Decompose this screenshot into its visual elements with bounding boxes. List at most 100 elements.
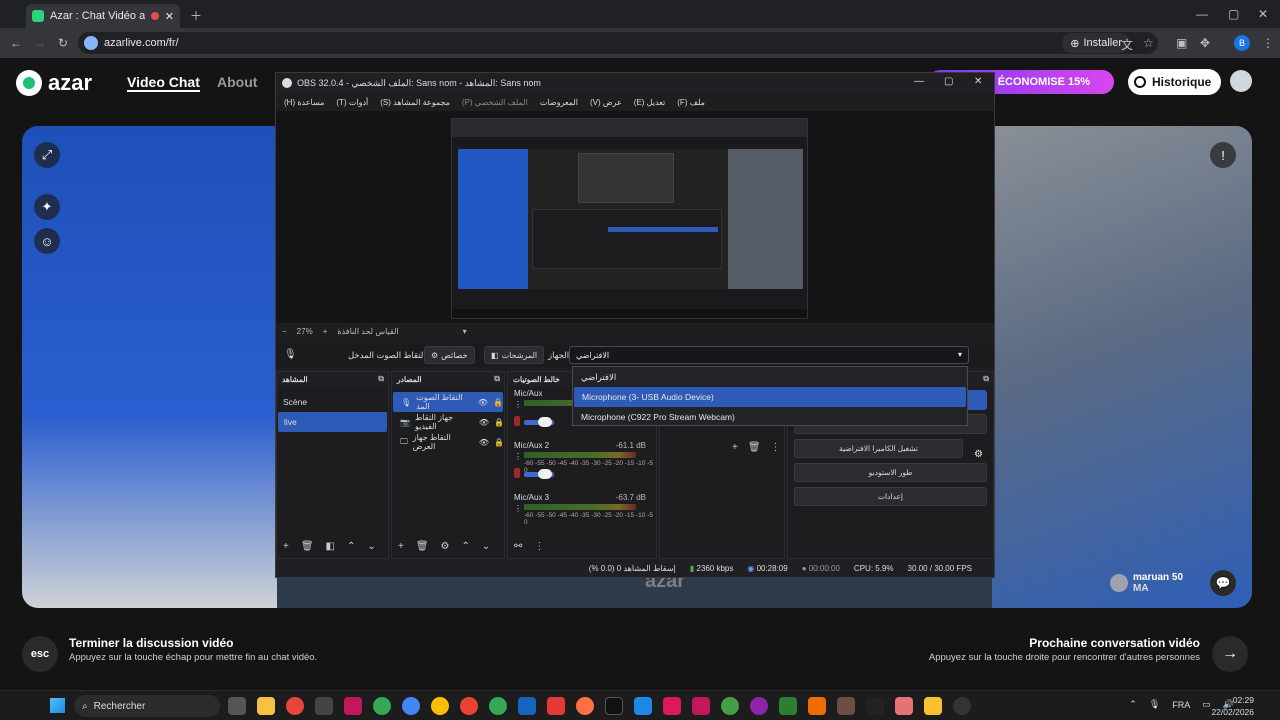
expand-icon[interactable]: ⤢ — [34, 142, 60, 168]
move-down-icon[interactable]: ⌄ — [482, 541, 490, 552]
device-select[interactable]: الافتراضي ▾ — [569, 346, 969, 364]
microphone-tray-icon[interactable]: 🎙 — [1149, 699, 1160, 710]
channel-menu-icon[interactable]: ⋮ — [514, 504, 522, 513]
close-tab-icon[interactable]: ✕ — [165, 10, 174, 23]
taskbar-search[interactable]: ⌕ Rechercher — [74, 695, 220, 717]
menu-kebab-icon[interactable]: ⋮ — [771, 442, 781, 453]
close-window-icon[interactable]: ✕ — [1258, 7, 1268, 21]
network-icon[interactable]: ▭ — [1202, 699, 1211, 710]
bookmark-star-icon[interactable]: ☆ — [1143, 36, 1154, 50]
davinci-icon[interactable] — [663, 697, 681, 715]
menu-kebab-icon[interactable]: ⋮ — [534, 541, 544, 552]
menu-profile[interactable]: الملف الشخصي (P) — [462, 98, 528, 107]
chrome-profile-icon[interactable] — [402, 697, 420, 715]
taskbar-clock[interactable]: 02:29 22/02/2026 — [1211, 694, 1254, 718]
browser-tab[interactable]: Azar : Chat Vidéo avec de ✕ — [26, 4, 180, 28]
chrome-profile-icon[interactable] — [460, 697, 478, 715]
language-indicator[interactable]: FRA — [1172, 700, 1190, 710]
source-item[interactable]: 🎙 التقاط الصوت المد 👁 🔒 — [393, 392, 503, 412]
zoom-dropdown-icon[interactable]: ▾ — [463, 327, 467, 336]
task-view-icon[interactable] — [228, 697, 246, 715]
chrome-profile-icon[interactable] — [721, 697, 739, 715]
filter-icon[interactable]: ◧ — [326, 541, 335, 552]
menu-tools[interactable]: أدوات (T) — [336, 98, 368, 107]
undock-icon[interactable]: ⧉ — [983, 374, 989, 384]
gear-icon[interactable]: ⚙ — [441, 541, 450, 552]
trash-icon[interactable]: 🗑 — [416, 541, 429, 552]
user-avatar[interactable] — [1230, 70, 1252, 92]
undock-icon[interactable]: ⧉ — [378, 374, 384, 384]
reload-icon[interactable]: ↻ — [58, 36, 68, 50]
menu-kebab-icon[interactable]: ⋮ — [1262, 36, 1274, 50]
zoom-in-icon[interactable]: + — [323, 327, 328, 336]
extension-icon[interactable]: ▣ — [1176, 36, 1187, 50]
face-filter-icon[interactable]: ☺ — [34, 228, 60, 254]
studio-mode-button[interactable]: طور الاستوديو — [794, 463, 987, 482]
x-twitter-icon[interactable] — [605, 697, 623, 715]
menu-help[interactable]: مساعدة (H) — [284, 98, 324, 107]
menu-scene-collection[interactable]: مجموعة المشاهد (S) — [380, 98, 450, 107]
chrome-profile-icon[interactable] — [373, 697, 391, 715]
move-up-icon[interactable]: ⌃ — [347, 541, 355, 552]
extensions-puzzle-icon[interactable]: ✥ — [1200, 36, 1210, 50]
eye-icon[interactable]: 👁 — [479, 418, 489, 427]
file-explorer-icon[interactable] — [257, 697, 275, 715]
chrome-profile-icon[interactable] — [431, 697, 449, 715]
magic-wand-icon[interactable]: ✦ — [34, 194, 60, 220]
obs-close-icon[interactable]: ✕ — [974, 76, 982, 87]
next-arrow-button[interactable]: → — [1212, 636, 1248, 672]
chat-bubble-icon[interactable]: 💬 — [1210, 570, 1236, 596]
address-bar[interactable]: azarlive.com/fr/ — [78, 32, 1158, 54]
site-info-icon[interactable] — [84, 36, 98, 50]
vpn-icon[interactable] — [779, 697, 797, 715]
menu-view[interactable]: عرض (V) — [590, 98, 622, 107]
calculator-icon[interactable] — [315, 697, 333, 715]
add-icon[interactable]: + — [398, 541, 404, 552]
chrome-icon[interactable] — [286, 697, 304, 715]
chevron-up-icon[interactable]: ⌃ — [1129, 699, 1137, 710]
properties-button[interactable]: ⚙ خصائص — [424, 346, 475, 364]
maximize-icon[interactable]: ▢ — [1228, 7, 1239, 21]
virtual-camera-button[interactable]: تشغيل الكاميرا الافتراضية — [794, 439, 963, 458]
zoom-out-icon[interactable]: − — [282, 327, 287, 336]
pycharm-icon[interactable] — [634, 697, 652, 715]
start-windows-icon[interactable] — [50, 698, 65, 713]
undock-icon[interactable]: ⧉ — [494, 374, 500, 384]
chrome-profile-icon[interactable] — [576, 697, 594, 715]
scene-item[interactable]: Scène — [277, 392, 388, 412]
obs-taskbar-icon[interactable] — [953, 697, 971, 715]
trash-icon[interactable]: 🗑 — [748, 442, 761, 453]
nav-about[interactable]: About — [217, 74, 257, 90]
chrome-profile-icon[interactable] — [750, 697, 768, 715]
chrome-profile-icon[interactable] — [489, 697, 507, 715]
lock-icon[interactable]: 🔒 — [494, 438, 504, 447]
media-app-icon[interactable] — [344, 697, 362, 715]
minimize-icon[interactable]: — — [1196, 7, 1208, 21]
device-option-default[interactable]: الافتراضي — [573, 367, 967, 387]
anydesk-icon[interactable] — [547, 697, 565, 715]
remote-user-tag[interactable]: maruan 50 MA — [1110, 572, 1183, 594]
gear-icon[interactable]: ⚙ — [974, 449, 983, 460]
add-icon[interactable]: + — [732, 442, 738, 453]
link-icon[interactable]: ⚯ — [514, 541, 522, 552]
translate-icon[interactable]: 文 — [1121, 36, 1133, 53]
volume-knob[interactable] — [538, 417, 552, 427]
esc-button[interactable]: esc — [22, 636, 58, 672]
game-icon[interactable] — [924, 697, 942, 715]
forward-icon[interactable]: → — [34, 36, 46, 50]
charts-app-icon[interactable] — [808, 697, 826, 715]
device-option-usb-audio[interactable]: Microphone (3- USB Audio Device) — [574, 387, 966, 407]
history-button[interactable]: Historique — [1128, 69, 1222, 95]
source-item[interactable]: 🖵 التقاط جهاز العرض 👁 🔒 — [392, 432, 504, 452]
add-icon[interactable]: + — [283, 541, 289, 552]
volume-knob[interactable] — [538, 469, 552, 479]
install-app-button[interactable]: ⊕ Installer — [1062, 33, 1130, 53]
eye-icon[interactable]: 👁 — [479, 438, 489, 447]
eye-icon[interactable]: 👁 — [478, 398, 488, 407]
move-down-icon[interactable]: ⌄ — [367, 541, 375, 552]
channel-menu-icon[interactable]: ⋮ — [514, 452, 522, 461]
obs-minimize-icon[interactable]: — — [914, 76, 924, 87]
menu-file[interactable]: ملف (F) — [677, 98, 705, 107]
back-icon[interactable]: ← — [10, 36, 22, 50]
obs-preview[interactable] — [451, 118, 808, 319]
